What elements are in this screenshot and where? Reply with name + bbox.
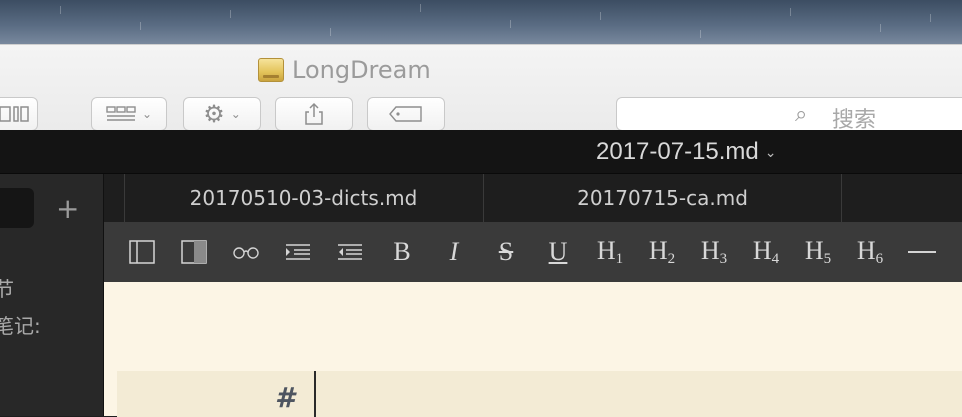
share-button[interactable] — [275, 97, 353, 131]
chevron-down-icon: ⌄ — [141, 107, 153, 121]
bold-button[interactable]: B — [382, 222, 422, 282]
document-title[interactable]: 2017-07-15.md ⌄ — [596, 138, 777, 166]
strike-label: S — [498, 237, 514, 266]
sidebar-text-line: 节 — [0, 277, 14, 301]
desktop-wallpaper — [0, 0, 962, 46]
view-toggle-button[interactable] — [0, 97, 38, 131]
italic-button[interactable]: I — [434, 222, 474, 282]
outdent-icon — [338, 244, 362, 260]
toggle-sidebar-button[interactable] — [122, 222, 162, 282]
glasses-icon — [233, 247, 259, 259]
search-icon: ⌕ — [795, 102, 808, 127]
underline-button[interactable]: U — [538, 222, 578, 282]
chevron-down-icon: ⌄ — [764, 143, 777, 160]
heading-3-label: H3 — [700, 236, 728, 267]
tab-stub — [104, 174, 125, 222]
heading-4-button[interactable]: H4 — [746, 222, 786, 282]
horizontal-rule-icon — [908, 251, 936, 253]
heading-2-button[interactable]: H2 — [642, 222, 682, 282]
heading-1-button[interactable]: H1 — [590, 222, 630, 282]
heading-5-button[interactable]: H5 — [798, 222, 838, 282]
heading-3-button[interactable]: H3 — [694, 222, 734, 282]
sidebar-left-icon — [129, 240, 155, 264]
group-by-button[interactable]: ⌄ — [91, 97, 167, 131]
current-line: # — [117, 371, 962, 417]
add-note-button[interactable]: + — [56, 192, 79, 225]
heading-4-label: H4 — [752, 236, 780, 267]
share-icon — [305, 102, 323, 125]
editor-titlebar: 2017-07-15.md ⌄ — [0, 130, 962, 174]
disk-icon — [258, 58, 284, 82]
chevron-down-icon: ⌄ — [230, 107, 241, 121]
heading-2-label: H2 — [648, 236, 676, 267]
heading-6-label: H6 — [856, 236, 884, 267]
indent-button[interactable] — [278, 222, 318, 282]
format-toolbar: B I S U H1 H2 H3 H4 H5 H6 — [104, 222, 962, 282]
finder-title-label: LongDream — [292, 56, 431, 84]
tag-icon — [389, 106, 422, 122]
sidebar-right-icon — [181, 240, 207, 264]
action-button[interactable]: ⚙ ⌄ — [183, 97, 261, 131]
tab-label: 20170510-03-dicts.md — [189, 186, 418, 210]
list-view-icon — [0, 106, 29, 122]
grid-group-icon — [106, 106, 136, 121]
strikethrough-button[interactable]: S — [486, 222, 526, 282]
editor-window: 2017-07-15.md ⌄ + 节 笔记: 20170510-03-dict… — [0, 130, 962, 417]
text-cursor — [314, 371, 316, 417]
tab-dicts[interactable]: 20170510-03-dicts.md — [124, 174, 484, 222]
focus-mode-button[interactable] — [226, 222, 266, 282]
tab-bar: 20170510-03-dicts.md 20170715-ca.md — [104, 174, 962, 222]
heading-5-label: H5 — [804, 236, 832, 267]
tab-ca[interactable]: 20170715-ca.md — [484, 174, 842, 222]
indent-icon — [286, 244, 310, 260]
heading-marker: # — [275, 381, 295, 414]
bold-label: B — [393, 237, 411, 266]
finder-window-title: LongDream — [258, 55, 431, 85]
heading-6-button[interactable]: H6 — [850, 222, 890, 282]
horizontal-rule-button[interactable] — [902, 222, 942, 282]
editor-area[interactable]: # — [104, 282, 962, 417]
tab-label: 20170715-ca.md — [577, 186, 748, 210]
sidebar-text-line: 笔记: — [0, 314, 41, 338]
underline-label: U — [548, 237, 568, 266]
sidebar: + 节 笔记: — [0, 174, 104, 416]
tags-button[interactable] — [367, 97, 445, 131]
finder-search-field[interactable]: ⌕ 搜索 — [616, 97, 962, 133]
toggle-preview-button[interactable] — [174, 222, 214, 282]
heading-1-label: H1 — [596, 236, 624, 267]
document-title-label: 2017-07-15.md — [596, 138, 759, 165]
outdent-button[interactable] — [330, 222, 370, 282]
gear-icon: ⚙ — [203, 100, 225, 128]
italic-label: I — [449, 237, 459, 266]
sidebar-search-field[interactable] — [0, 188, 34, 228]
